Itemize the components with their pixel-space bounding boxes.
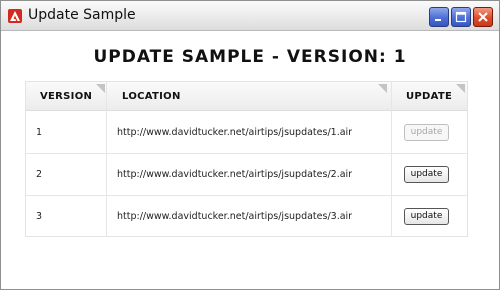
maximize-icon [455, 11, 467, 23]
application-window: Update Sample UPDATE SAMPLE - VERSION: 1… [0, 0, 500, 290]
window-content: UPDATE SAMPLE - VERSION: 1 VERSION LOCAT… [1, 32, 499, 289]
sort-indicator-icon [456, 84, 465, 93]
sort-indicator-icon [378, 84, 387, 93]
location-cell: http://www.davidtucker.net/airtips/jsupd… [117, 211, 353, 222]
title-bar[interactable]: Update Sample [1, 1, 499, 31]
update-button[interactable]: update [404, 124, 449, 141]
close-icon [478, 12, 488, 22]
maximize-button[interactable] [451, 7, 471, 27]
version-cell: 2 [36, 169, 43, 180]
table-row[interactable]: 3 http://www.davidtucker.net/airtips/jsu… [26, 196, 467, 238]
sort-indicator-icon [96, 84, 105, 93]
column-header-version[interactable]: VERSION [40, 82, 92, 111]
location-cell: http://www.davidtucker.net/airtips/jsupd… [117, 169, 353, 180]
location-cell: http://www.davidtucker.net/airtips/jsupd… [117, 127, 353, 138]
table-header: VERSION LOCATION UPDATE [26, 82, 467, 111]
updates-table: VERSION LOCATION UPDATE 1 http://www.dav… [25, 81, 468, 237]
page-title: UPDATE SAMPLE - VERSION: 1 [93, 47, 407, 67]
minimize-button[interactable] [429, 7, 449, 27]
version-cell: 1 [36, 127, 43, 138]
window-title: Update Sample [28, 7, 136, 23]
column-header-location[interactable]: LOCATION [122, 82, 181, 111]
adobe-air-icon [8, 9, 22, 23]
minimize-icon [435, 19, 441, 21]
update-button[interactable]: update [404, 208, 449, 225]
update-button[interactable]: update [404, 166, 449, 183]
close-button[interactable] [473, 7, 493, 27]
column-header-update[interactable]: UPDATE [406, 82, 452, 111]
version-cell: 3 [36, 211, 43, 222]
table-row[interactable]: 2 http://www.davidtucker.net/airtips/jsu… [26, 154, 467, 196]
table-row[interactable]: 1 http://www.davidtucker.net/airtips/jsu… [26, 112, 467, 154]
